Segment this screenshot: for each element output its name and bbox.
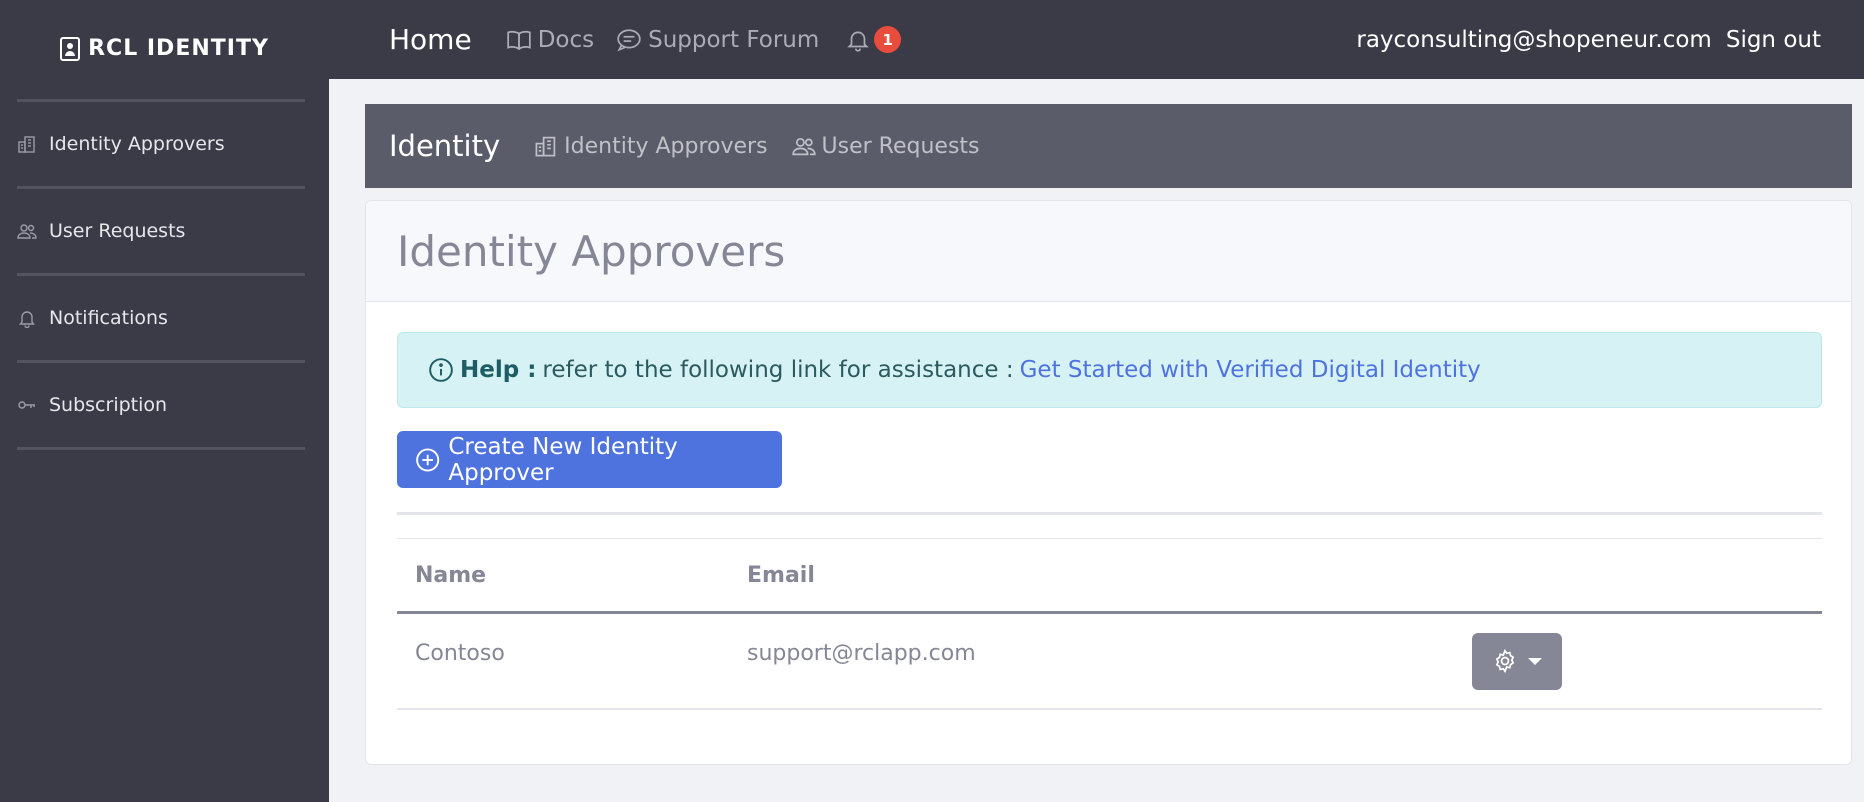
help-alert: Help : refer to the following link for a…: [397, 332, 1822, 408]
column-header-name[interactable]: Name: [397, 563, 747, 588]
nav-home-link[interactable]: Home: [389, 23, 472, 56]
nav-docs-label: Docs: [537, 26, 595, 53]
caret-down-icon: [1528, 657, 1542, 665]
cell-name: Contoso: [415, 641, 505, 666]
bell-icon: [17, 308, 37, 328]
user-menu: rayconsulting@shopeneur.com Sign out: [1356, 27, 1821, 53]
sidebar-item-subscription[interactable]: Subscription: [0, 363, 329, 447]
sidebar-item-user-requests[interactable]: User Requests: [0, 189, 329, 273]
identity-approvers-card: Identity Approvers Help : refer to the f…: [365, 200, 1852, 765]
notifications-button[interactable]: 1: [845, 26, 902, 53]
subnav-label: Identity Approvers: [564, 133, 768, 159]
subnav-label: User Requests: [821, 133, 980, 159]
sidebar-item-label: Notifications: [49, 307, 168, 329]
top-navbar: Home Docs Support Forum 1 rayconsulting@…: [329, 0, 1864, 79]
help-text: refer to the following link for assistan…: [542, 357, 1014, 383]
table-row: Contoso support@rclapp.com: [397, 614, 1822, 710]
id-badge-icon: [60, 36, 81, 61]
brand[interactable]: RCL IDENTITY: [0, 0, 329, 99]
user-email[interactable]: rayconsulting@shopeneur.com: [1356, 27, 1711, 53]
users-icon: [791, 137, 816, 156]
info-icon: [429, 358, 453, 382]
card-header: Identity Approvers: [366, 201, 1851, 302]
building-icon: [17, 134, 37, 154]
sidebar-item-label: User Requests: [49, 220, 186, 242]
sidebar-item-label: Identity Approvers: [49, 133, 225, 155]
cell-email: support@rclapp.com: [747, 641, 976, 666]
nav-support-link[interactable]: Support Forum: [616, 27, 819, 53]
section-header: Identity Identity Approvers User Request…: [365, 104, 1852, 188]
column-header-email[interactable]: Email: [747, 563, 1472, 588]
help-label: Help :: [460, 357, 537, 383]
create-button-label: Create New Identity Approver: [448, 433, 678, 486]
plus-circle-icon: [416, 447, 440, 472]
sidebar-item-notifications[interactable]: Notifications: [0, 276, 329, 360]
sidebar: RCL IDENTITY Identity Approvers User Req…: [0, 0, 329, 802]
table-header: Name Email: [397, 538, 1822, 614]
subnav-user-requests[interactable]: User Requests: [791, 133, 980, 159]
sidebar-item-label: Subscription: [49, 394, 168, 416]
subnav-identity-approvers[interactable]: Identity Approvers: [534, 133, 768, 159]
chat-icon: [617, 28, 641, 51]
book-icon: [506, 30, 531, 50]
brand-title: RCL IDENTITY: [88, 36, 269, 61]
sign-out-link[interactable]: Sign out: [1726, 27, 1821, 53]
notification-count-badge: 1: [874, 26, 902, 53]
nav-docs-link[interactable]: Docs: [506, 27, 594, 53]
approvers-table: Name Email Contoso support@rclapp.com: [397, 538, 1822, 710]
help-link[interactable]: Get Started with Verified Digital Identi…: [1020, 357, 1481, 383]
nav-support-label: Support Forum: [648, 26, 820, 53]
create-identity-approver-button[interactable]: Create New Identity Approver: [397, 431, 782, 488]
page-title: Identity Approvers: [397, 226, 786, 276]
section-title[interactable]: Identity: [389, 129, 500, 163]
sidebar-item-identity-approvers[interactable]: Identity Approvers: [0, 102, 329, 186]
row-actions-dropdown[interactable]: [1472, 632, 1562, 690]
key-icon: [17, 395, 37, 415]
gear-icon: [1495, 648, 1515, 674]
users-icon: [17, 221, 37, 241]
building-icon: [535, 136, 556, 157]
sidebar-divider: [17, 447, 305, 450]
divider: [397, 512, 1822, 515]
bell-icon: [847, 31, 870, 52]
